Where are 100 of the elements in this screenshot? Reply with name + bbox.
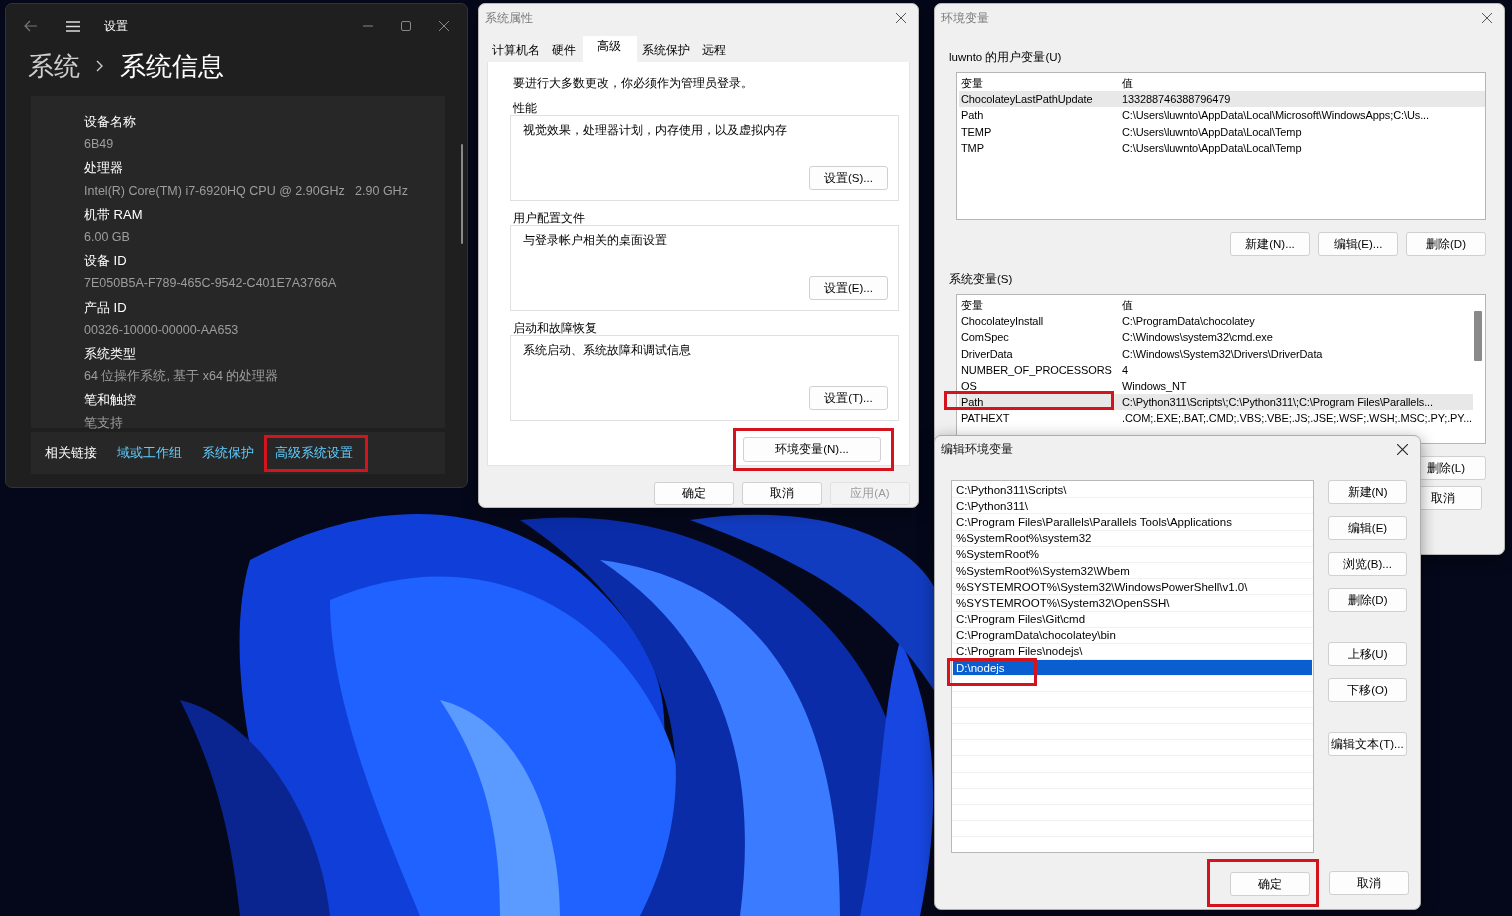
side-button[interactable]: 新建(N) — [1328, 480, 1407, 504]
tab[interactable]: 远程 — [697, 40, 733, 62]
close-icon[interactable] — [1397, 443, 1408, 455]
spec-label: 设备 ID — [84, 252, 128, 271]
list-button[interactable]: 新建(N)... — [1230, 232, 1310, 256]
side-button[interactable]: 上移(U) — [1328, 642, 1407, 666]
path-entry[interactable]: D:\nodejs — [953, 660, 1312, 677]
close-icon[interactable] — [896, 13, 906, 23]
side-button[interactable]: 编辑(E) — [1328, 516, 1407, 540]
spec-label: 处理器 — [84, 159, 124, 178]
variable-row[interactable]: ComSpec C:\Windows\system32\cmd.exe — [959, 329, 1473, 346]
path-text: C:\Program Files\Git\cmd — [956, 613, 1086, 626]
tab[interactable]: 硬件 — [547, 40, 583, 62]
variable-value: 133288746388796479 — [1121, 93, 1231, 106]
variable-name: TMP — [960, 141, 985, 154]
variable-row[interactable]: PATHEXT .COM;.EXE;.BAT;.CMD;.VBS;.VBE;.JS;.JSE;.WSF;.WSH;.MSC;.PY;.PY... — [959, 410, 1473, 427]
variable-value: C:\Users\luwnto\AppData\Local\Microsoft\WindowsApps;C:\Us... — [1121, 109, 1429, 122]
variable-row[interactable]: DriverData C:\Windows\System32\Drivers\DriverData — [959, 345, 1473, 362]
side-button[interactable]: 删除(D) — [1328, 588, 1407, 612]
settings-button[interactable]: 设置(E)... — [809, 276, 888, 300]
variable-row[interactable]: ChocolateyLastPathUpdate 133288746388796479 — [959, 91, 1485, 108]
variable-name: ChocolateyInstall — [960, 315, 1045, 328]
side-button[interactable]: 下移(O) — [1328, 678, 1407, 702]
column-header: 变量 — [960, 75, 984, 91]
spec-value: 6B49 — [84, 136, 115, 154]
spec-label: 设备名称 — [84, 113, 137, 131]
column-header: 变量 — [960, 297, 984, 313]
path-text: C:\Program Files\Parallels\Parallels Tools\Applications — [956, 515, 1232, 528]
variable-value: C:\Python311\Scripts\;C:\Python311\;C:\Program Files\Parallels... — [1121, 396, 1433, 409]
spec-label: 机带 RAM — [84, 205, 144, 224]
variable-name: TEMP — [960, 125, 993, 138]
variable-name: PATHEXT — [960, 412, 1011, 425]
tab[interactable]: 系统保护 — [637, 40, 697, 62]
variable-name: NUMBER_OF_PROCESSORS — [960, 363, 1113, 376]
link[interactable]: 域或工作组 — [117, 444, 182, 462]
admin-note: 要进行大多数更改，你必须作为管理员登录。 — [513, 76, 754, 91]
spec-value: 00326-10000-00000-AA653 — [84, 321, 240, 339]
close-icon[interactable] — [1482, 13, 1492, 23]
path-text: C:\Program Files\nodejs\ — [956, 645, 1083, 658]
group-description: 系统启动、系统故障和调试信息 — [523, 343, 692, 358]
spec-label: 产品 ID — [84, 298, 128, 317]
spec-value: Intel(R) Core(TM) i7-6920HQ CPU @ 2.90GHz 2.90 GHz — [84, 182, 409, 200]
window-title: 设置 — [104, 17, 128, 35]
variable-value: Windows_NT — [1121, 380, 1187, 393]
maximize-icon[interactable] — [401, 21, 411, 31]
spec-value: 笔支持 — [84, 414, 124, 432]
environment-variables-button[interactable]: 环境变量(N)... — [743, 437, 881, 462]
tab[interactable]: 高级 — [583, 36, 637, 62]
breadcrumb-parent[interactable]: 系统 — [28, 48, 80, 84]
tab[interactable]: 计算机名 — [487, 40, 547, 62]
path-text: C:\Python311\Scripts\ — [956, 483, 1067, 496]
group-title: 用户配置文件 — [513, 211, 586, 226]
dialog-button[interactable]: 确定 — [1230, 872, 1310, 896]
dialog-button[interactable]: 取消 — [742, 482, 822, 505]
variable-row[interactable]: TMP C:\Users\luwnto\AppData\Local\Temp — [959, 139, 1485, 156]
variable-value: C:\ProgramData\chocolatey — [1121, 315, 1255, 328]
settings-button[interactable]: 设置(T)... — [809, 386, 888, 410]
column-header: 值 — [1121, 297, 1133, 313]
column-header: 值 — [1121, 75, 1133, 91]
variable-row[interactable]: Path C:\Python311\Scripts\;C:\Python311\;C:\Program Files\Parallels... — [959, 394, 1473, 411]
settings-button[interactable]: 设置(S)... — [809, 166, 888, 190]
variable-value: C:\Users\luwnto\AppData\Local\Temp — [1121, 125, 1302, 138]
link[interactable]: 系统保护 — [202, 444, 254, 462]
spec-value: 6.00 GB — [84, 229, 131, 246]
path-text: C:\Python311\ — [956, 499, 1029, 512]
list-button[interactable]: 删除(D) — [1406, 232, 1486, 256]
dialog-title: 系统属性 — [485, 10, 533, 26]
variable-value: C:\Users\luwnto\AppData\Local\Temp — [1121, 141, 1302, 154]
dialog-button[interactable]: 确定 — [654, 482, 734, 505]
scrollbar-thumb[interactable] — [1474, 311, 1482, 361]
group-title: luwnto 的用户变量(U) — [949, 50, 1063, 65]
list-button[interactable]: 编辑(E)... — [1318, 232, 1398, 256]
scrollbar[interactable] — [461, 144, 463, 244]
side-button[interactable]: 编辑文本(T)... — [1328, 732, 1407, 756]
path-text: D:\nodejs — [956, 661, 1005, 674]
variable-name: Path — [960, 109, 985, 122]
variable-row[interactable]: TEMP C:\Users\luwnto\AppData\Local\Temp — [959, 123, 1485, 140]
variable-value: 4 — [1121, 363, 1129, 376]
variable-value: C:\Windows\system32\cmd.exe — [1121, 331, 1273, 344]
dialog-title: 环境变量 — [941, 10, 989, 26]
related-links-label: 相关链接 — [45, 444, 97, 462]
menu-icon[interactable] — [66, 20, 80, 32]
path-text: C:\ProgramData\chocolatey\bin — [956, 629, 1116, 642]
path-text: %SYSTEMROOT%\System32\WindowsPowerShell\v1.0\ — [956, 580, 1248, 593]
spec-label: 系统类型 — [84, 345, 137, 364]
variable-row[interactable]: NUMBER_OF_PROCESSORS 4 — [959, 361, 1473, 378]
link[interactable]: 高级系统设置 — [275, 443, 353, 462]
spec-value: 7E050B5A-F789-465C-9542-C401E7A3766A — [84, 275, 338, 293]
path-text: %SYSTEMROOT%\System32\OpenSSH\ — [956, 596, 1170, 609]
variable-row[interactable]: ChocolateyInstall C:\ProgramData\chocolatey — [959, 313, 1473, 330]
variable-row[interactable]: OS Windows_NT — [959, 377, 1473, 395]
side-button[interactable]: 浏览(B)... — [1328, 552, 1407, 576]
variable-row[interactable]: Path C:\Users\luwnto\AppData\Local\Microsoft\WindowsApps;C:\Us... — [959, 107, 1485, 124]
page-title: 系统信息 — [120, 49, 224, 83]
dialog-button[interactable]: 取消 — [1329, 871, 1409, 895]
spec-label: 笔和触控 — [84, 391, 137, 410]
path-text: %SystemRoot%\system32 — [956, 532, 1092, 545]
back-arrow-icon[interactable] — [24, 20, 38, 32]
group-title: 系统变量(S) — [949, 272, 1014, 287]
variable-name: OS — [960, 380, 978, 393]
